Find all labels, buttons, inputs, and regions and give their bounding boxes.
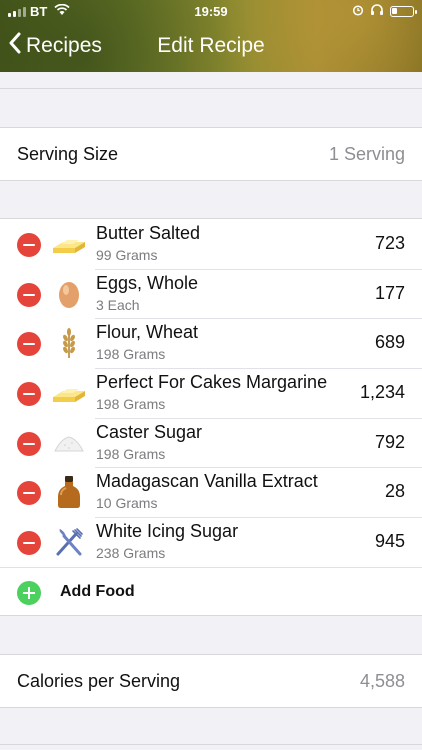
ingredient-quantity: 198 Grams	[96, 346, 166, 363]
ingredient-calories: 1,234	[359, 382, 405, 403]
delete-ingredient-button[interactable]	[17, 233, 41, 257]
calories-group: Calories per Serving 4,588	[0, 654, 422, 708]
ingredient-row[interactable]: White Icing Sugar 238 Grams 945	[0, 517, 422, 567]
ingredient-name: White Icing Sugar	[96, 521, 239, 542]
serving-size-label: Serving Size	[17, 143, 119, 164]
delete-ingredient-button[interactable]	[17, 531, 41, 556]
ingredient-row[interactable]: Perfect For Cakes Margarine 198 Grams 1,…	[0, 368, 422, 418]
delete-ingredient-button[interactable]	[17, 431, 41, 456]
serving-size-group: Serving Size 1 Serving	[0, 127, 422, 181]
bottom-divider	[0, 744, 422, 745]
ingredient-row[interactable]: Butter Salted 99 Grams 723	[0, 219, 422, 269]
serving-size-row[interactable]: Serving Size 1 Serving	[0, 128, 422, 180]
ingredient-quantity: 238 Grams	[96, 545, 166, 562]
headphones-icon	[370, 4, 384, 19]
status-bar: BT 19:59	[0, 0, 422, 24]
ingredient-quantity: 3 Each	[96, 296, 140, 313]
ingredient-name: Caster Sugar	[96, 421, 203, 442]
egg-icon	[50, 277, 88, 311]
sugar-icon	[50, 426, 88, 460]
ingredient-quantity: 198 Grams	[96, 396, 166, 413]
ingredient-name: Butter Salted	[96, 223, 201, 243]
butter-icon	[50, 376, 88, 410]
fork-knife-icon	[50, 525, 88, 559]
navigation-bar: Recipes Edit Recipe	[0, 24, 422, 72]
ingredient-name: Madagascan Vanilla Extract	[96, 471, 318, 492]
top-divider	[0, 88, 422, 89]
add-food-label[interactable]: Add Food	[60, 583, 135, 601]
butter-icon	[50, 227, 88, 261]
wheat-icon	[50, 326, 88, 360]
calories-per-serving-value: 4,588	[359, 670, 405, 691]
ingredient-calories: 689	[374, 332, 405, 353]
delete-ingredient-button[interactable]	[17, 332, 41, 357]
ingredient-quantity: 99 Grams	[96, 247, 158, 263]
battery-icon	[390, 6, 417, 17]
ingredient-quantity: 10 Grams	[96, 495, 158, 512]
ingredient-row[interactable]: Eggs, Whole 3 Each 177	[0, 268, 422, 319]
ingredient-calories: 945	[374, 531, 405, 552]
ingredient-calories: 28	[384, 481, 405, 502]
bottle-icon	[50, 475, 88, 509]
delete-ingredient-button[interactable]	[17, 282, 41, 307]
calories-per-serving-label: Calories per Serving	[17, 670, 181, 691]
page-title: Edit Recipe	[157, 34, 265, 57]
add-food-button[interactable]	[17, 580, 41, 605]
ingredient-row[interactable]: Madagascan Vanilla Extract 10 Grams 28	[0, 467, 422, 517]
ingredient-calories: 177	[374, 282, 405, 303]
ingredient-row[interactable]: Flour, Wheat 198 Grams 689	[0, 318, 422, 368]
ingredient-row[interactable]: Caster Sugar 198 Grams 792	[0, 417, 422, 468]
delete-ingredient-button[interactable]	[17, 382, 41, 407]
calories-per-serving-row: Calories per Serving 4,588	[0, 655, 422, 707]
ingredient-quantity: 198 Grams	[96, 445, 166, 462]
ingredient-name: Eggs, Whole	[96, 272, 199, 293]
delete-ingredient-button[interactable]	[17, 481, 41, 506]
alarm-icon	[352, 4, 364, 19]
ingredient-calories: 723	[374, 233, 405, 253]
serving-size-value: 1 Serving	[328, 143, 405, 164]
ingredients-group: Butter Salted 99 Grams 723 Eggs, Whole 3…	[0, 218, 422, 616]
ingredient-name: Flour, Wheat	[96, 322, 199, 343]
add-food-row[interactable]: Add Food	[0, 566, 422, 615]
ingredient-name: Perfect For Cakes Margarine	[96, 372, 328, 393]
ingredient-calories: 792	[374, 431, 405, 452]
